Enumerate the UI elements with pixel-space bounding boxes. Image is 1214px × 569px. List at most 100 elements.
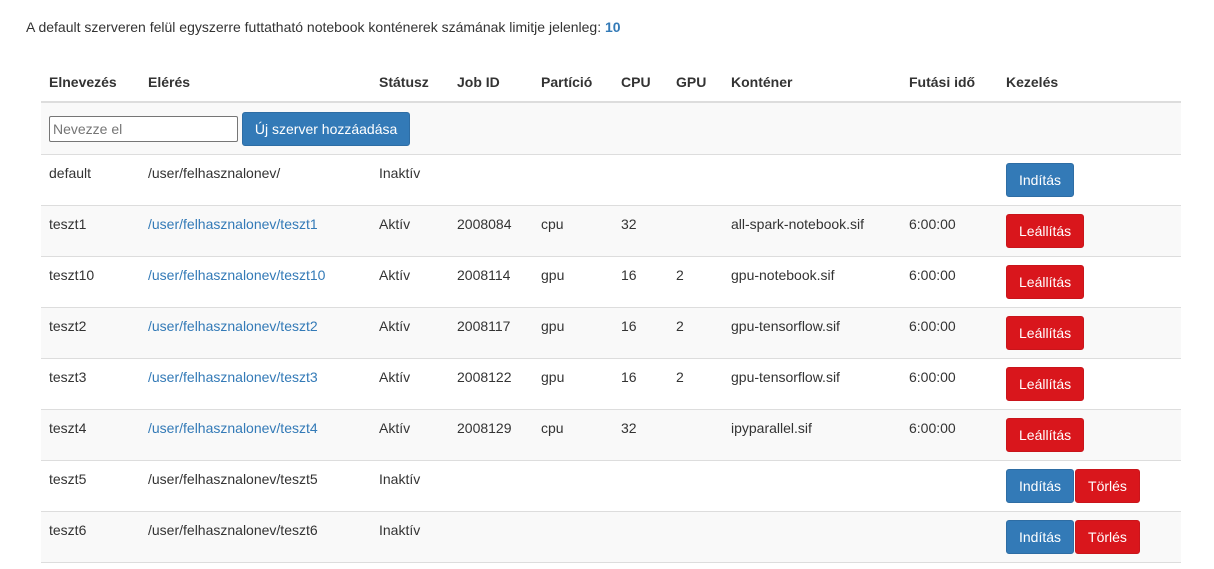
stop-server-button[interactable]: Leállítás: [1006, 316, 1085, 350]
stop-server-button[interactable]: Leállítás: [1006, 265, 1085, 299]
actions-cell: Leállítás: [998, 409, 1181, 461]
delete-server-button[interactable]: Törlés: [1075, 520, 1140, 554]
stop-server-button[interactable]: Leállítás: [1006, 214, 1085, 248]
gpu-cell: [668, 409, 723, 461]
container-cell: ipyparallel.sif: [723, 409, 901, 461]
column-header-job-id: Job ID: [449, 63, 533, 103]
column-header-name: Elnevezés: [41, 63, 140, 103]
partition-cell: gpu: [533, 358, 613, 410]
server-path-cell: /user/felhasznalonev/teszt1: [140, 205, 371, 257]
column-header-actions: Kezelés: [998, 63, 1181, 103]
server-path-cell: /user/felhasznalonev/teszt5: [140, 460, 371, 512]
server-name-cell: teszt2: [41, 307, 140, 359]
start-server-button[interactable]: Indítás: [1006, 163, 1075, 197]
server-status-cell: Inaktív: [371, 460, 449, 512]
server-status-cell: Aktív: [371, 409, 449, 461]
container-cell: gpu-tensorflow.sif: [723, 307, 901, 359]
runtime-cell: 6:00:00: [901, 205, 998, 257]
runtime-cell: [901, 154, 998, 206]
server-name-cell: teszt5: [41, 460, 140, 512]
server-path-link[interactable]: /user/felhasznalonev/teszt2: [148, 318, 318, 334]
server-path-text: /user/felhasznalonev/teszt5: [148, 471, 318, 487]
start-server-button[interactable]: Indítás: [1006, 520, 1075, 554]
stop-server-button[interactable]: Leállítás: [1006, 367, 1085, 401]
server-path-link[interactable]: /user/felhasznalonev/teszt4: [148, 420, 318, 436]
cpu-cell: [613, 154, 668, 206]
runtime-cell: [901, 460, 998, 512]
actions-cell: Indítás: [998, 154, 1181, 206]
column-header-path: Elérés: [140, 63, 371, 103]
cpu-cell: [613, 460, 668, 512]
job-id-cell: 2008129: [449, 409, 533, 461]
gpu-cell: 2: [668, 358, 723, 410]
cpu-cell: 16: [613, 307, 668, 359]
add-server-cell: Új szerver hozzáadása: [41, 101, 1181, 155]
actions-cell: Leállítás: [998, 256, 1181, 308]
runtime-cell: 6:00:00: [901, 307, 998, 359]
column-header-runtime: Futási idő: [901, 63, 998, 103]
start-server-button[interactable]: Indítás: [1006, 469, 1075, 503]
container-cell: all-spark-notebook.sif: [723, 205, 901, 257]
runtime-cell: [901, 511, 998, 563]
server-path-text: /user/felhasznalonev/: [148, 165, 281, 181]
partition-cell: cpu: [533, 205, 613, 257]
cpu-cell: 16: [613, 358, 668, 410]
server-name-input[interactable]: [49, 116, 238, 142]
actions-cell: Leállítás: [998, 307, 1181, 359]
stop-server-button[interactable]: Leállítás: [1006, 418, 1085, 452]
server-table-body: Új szerver hozzáadása default/user/felha…: [41, 101, 1181, 563]
server-path-text: /user/felhasznalonev/teszt6: [148, 522, 318, 538]
gpu-cell: [668, 460, 723, 512]
server-path-link[interactable]: /user/felhasznalonev/teszt1: [148, 216, 318, 232]
column-header-partition: Partíció: [533, 63, 613, 103]
server-status-cell: Aktív: [371, 358, 449, 410]
server-status-cell: Aktív: [371, 307, 449, 359]
container-cell: gpu-tensorflow.sif: [723, 358, 901, 410]
server-name-cell: default: [41, 154, 140, 206]
partition-cell: [533, 511, 613, 563]
server-name-cell: teszt6: [41, 511, 140, 563]
table-row: teszt2/user/felhasznalonev/teszt2 Aktív 20…: [41, 307, 1181, 359]
partition-cell: [533, 154, 613, 206]
partition-cell: gpu: [533, 307, 613, 359]
table-row: teszt4/user/felhasznalonev/teszt4 Aktív 20…: [41, 409, 1181, 461]
server-limit-notice: A default szerveren felül egyszerre futt…: [26, 17, 621, 37]
server-status-cell: Aktív: [371, 205, 449, 257]
server-table-container: Elnevezés Elérés Státusz Job ID Partíció…: [41, 63, 1181, 563]
cpu-cell: 16: [613, 256, 668, 308]
partition-cell: [533, 460, 613, 512]
runtime-cell: 6:00:00: [901, 256, 998, 308]
job-id-cell: [449, 511, 533, 563]
server-path-link[interactable]: /user/felhasznalonev/teszt10: [148, 267, 325, 283]
job-id-cell: [449, 154, 533, 206]
server-limit-text: A default szerveren felül egyszerre futt…: [26, 19, 605, 35]
server-status-cell: Inaktív: [371, 511, 449, 563]
column-header-status: Státusz: [371, 63, 449, 103]
gpu-cell: [668, 511, 723, 563]
cpu-cell: 32: [613, 409, 668, 461]
server-name-cell: teszt3: [41, 358, 140, 410]
actions-cell: Indítás Törlés: [998, 460, 1181, 512]
gpu-cell: [668, 205, 723, 257]
container-cell: [723, 154, 901, 206]
server-path-cell: /user/felhasznalonev/teszt3: [140, 358, 371, 410]
server-name-cell: teszt4: [41, 409, 140, 461]
container-cell: [723, 511, 901, 563]
container-cell: gpu-notebook.sif: [723, 256, 901, 308]
server-path-cell: /user/felhasznalonev/teszt4: [140, 409, 371, 461]
table-header-row: Elnevezés Elérés Státusz Job ID Partíció…: [41, 63, 1181, 103]
server-name-cell: teszt1: [41, 205, 140, 257]
server-path-cell: /user/felhasznalonev/teszt6: [140, 511, 371, 563]
add-server-row: Új szerver hozzáadása: [41, 101, 1181, 155]
delete-server-button[interactable]: Törlés: [1075, 469, 1140, 503]
server-path-link[interactable]: /user/felhasznalonev/teszt3: [148, 369, 318, 385]
add-server-button[interactable]: Új szerver hozzáadása: [241, 112, 411, 146]
server-limit-value: 10: [605, 19, 621, 35]
column-header-cpu: CPU: [613, 63, 668, 103]
server-status-cell: Aktív: [371, 256, 449, 308]
actions-cell: Leállítás: [998, 205, 1181, 257]
table-row: teszt5/user/felhasznalonev/teszt5 Inaktív…: [41, 460, 1181, 512]
server-path-cell: /user/felhasznalonev/teszt10: [140, 256, 371, 308]
gpu-cell: [668, 154, 723, 206]
table-row: default/user/felhasznalonev/Inaktív Indít…: [41, 154, 1181, 206]
